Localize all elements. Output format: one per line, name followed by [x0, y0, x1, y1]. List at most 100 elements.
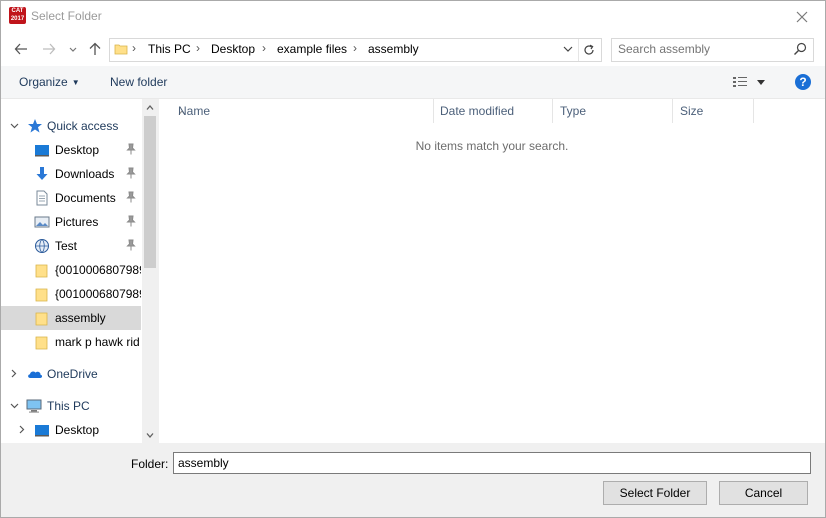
- pin-icon: [126, 143, 136, 155]
- search-icon: [794, 42, 807, 55]
- column-header-label: Name: [178, 104, 211, 118]
- sidebar-item-this-pc[interactable]: This PC: [1, 394, 141, 418]
- select-folder-button[interactable]: Select Folder: [603, 481, 707, 505]
- file-list-pane: Name Date modified Type Size No items ma…: [159, 99, 825, 443]
- sidebar-item-pictures[interactable]: Pictures: [1, 210, 141, 234]
- close-button[interactable]: [779, 1, 825, 32]
- desktop-icon: [35, 145, 49, 157]
- column-header-label: Date modified: [440, 104, 515, 118]
- sidebar-item-label: {00100068079892: [55, 287, 141, 301]
- dialog-footer: Folder: Select Folder Cancel: [1, 443, 825, 517]
- folder-field-label: Folder:: [131, 457, 169, 471]
- command-toolbar: Organize ▼ New folder ?: [1, 66, 825, 99]
- sidebar-item-label: Desktop: [55, 423, 100, 437]
- sidebar-item-this-pc-desktop[interactable]: Desktop: [1, 418, 141, 442]
- chevron-right-icon[interactable]: [17, 423, 27, 435]
- breadcrumb-separator: ›: [132, 41, 136, 55]
- recent-locations-button[interactable]: [63, 39, 83, 59]
- navigation-pane: Quick access Desktop Downloads Documents…: [1, 99, 158, 443]
- pin-icon: [126, 167, 136, 179]
- sidebar-item-label: Downloads: [55, 167, 115, 181]
- back-button[interactable]: [11, 39, 31, 59]
- sidebar-item-label: OneDrive: [47, 367, 98, 381]
- chevron-right-icon[interactable]: [9, 367, 19, 379]
- title-bar: CAT 2017 Select Folder: [1, 1, 825, 32]
- new-folder-button[interactable]: New folder: [110, 75, 167, 89]
- sidebar-item-documents[interactable]: Documents: [1, 186, 141, 210]
- download-icon: [36, 167, 48, 180]
- breadcrumb-assembly[interactable]: assembly: [368, 42, 419, 56]
- folder-icon: [35, 288, 48, 302]
- scroll-down-button[interactable]: [142, 427, 158, 443]
- sidebar-item-label: {00100068079892: [55, 263, 141, 277]
- caret-down-icon: ▼: [71, 78, 80, 87]
- sidebar-item-assembly[interactable]: assembly: [1, 306, 141, 330]
- column-header-type[interactable]: Type: [554, 99, 673, 123]
- window-title: Select Folder: [31, 9, 102, 23]
- sidebar-item-quick-access[interactable]: Quick access: [1, 114, 141, 138]
- column-header-label: Type: [560, 104, 587, 118]
- sidebar-item-label: This PC: [47, 399, 90, 413]
- folder-name-input[interactable]: [173, 452, 811, 474]
- sidebar-item-test[interactable]: Test: [1, 234, 141, 258]
- star-icon: [28, 119, 42, 133]
- chevron-down-icon[interactable]: [9, 119, 19, 131]
- chevron-down-icon: [146, 433, 154, 438]
- arrow-right-icon: [43, 43, 56, 55]
- chevron-down-icon[interactable]: [9, 399, 19, 411]
- change-view-button[interactable]: [730, 74, 770, 90]
- sidebar-item-folder-2[interactable]: {00100068079892: [1, 282, 141, 306]
- help-button[interactable]: ?: [795, 74, 811, 90]
- breadcrumb-desktop[interactable]: Desktop: [211, 42, 255, 56]
- arrow-up-icon: [89, 42, 101, 55]
- sidebar-item-label: Desktop: [55, 143, 100, 157]
- folder-icon: [35, 264, 48, 278]
- column-header-size[interactable]: Size: [674, 99, 754, 123]
- chevron-up-icon: [146, 105, 154, 110]
- sidebar-item-onedrive[interactable]: OneDrive: [1, 362, 141, 386]
- select-folder-dialog: CAT 2017 Select Folder › This PC › Deskt…: [0, 0, 826, 518]
- empty-list-message: No items match your search.: [415, 139, 569, 153]
- column-header-name[interactable]: Name: [172, 99, 434, 123]
- cancel-button[interactable]: Cancel: [719, 481, 808, 505]
- up-button[interactable]: [85, 39, 105, 59]
- breadcrumb-this-pc[interactable]: This PC: [148, 42, 191, 56]
- breadcrumb-example-files[interactable]: example files: [277, 42, 347, 56]
- sidebar-item-label: Documents: [55, 191, 116, 205]
- forward-button[interactable]: [39, 39, 59, 59]
- sidebar-item-label: assembly: [55, 311, 106, 325]
- column-header-date-modified[interactable]: Date modified: [434, 99, 553, 123]
- breadcrumb-separator: ›: [262, 41, 266, 55]
- breadcrumb-separator: ›: [196, 41, 200, 55]
- search-input[interactable]: [618, 41, 788, 57]
- desktop-icon: [35, 425, 49, 437]
- refresh-icon: [584, 44, 594, 55]
- arrow-left-icon: [14, 43, 27, 55]
- organize-label: Organize: [19, 75, 68, 89]
- sidebar-item-folder-1[interactable]: {00100068079892: [1, 258, 141, 282]
- address-bar[interactable]: › This PC › Desktop › example files › as…: [109, 38, 602, 62]
- folder-icon: [114, 44, 128, 55]
- organize-button[interactable]: Organize ▼: [19, 75, 80, 89]
- sidebar-item-mark-p-hawk[interactable]: mark p hawk rid: [1, 330, 141, 354]
- details-view-icon: [733, 77, 747, 87]
- folder-icon: [35, 312, 48, 326]
- breadcrumb-separator: ›: [353, 41, 357, 55]
- pin-icon: [126, 215, 136, 227]
- search-box[interactable]: [611, 38, 814, 62]
- scrollbar-thumb[interactable]: [144, 116, 156, 268]
- chevron-down-icon: [69, 47, 77, 52]
- sidebar-item-downloads[interactable]: Downloads: [1, 162, 141, 186]
- sidebar-item-desktop[interactable]: Desktop: [1, 138, 141, 162]
- sidebar-item-label: Quick access: [47, 119, 119, 133]
- app-icon-text-top: CAT: [11, 8, 24, 14]
- sidebar-scrollbar[interactable]: [142, 99, 158, 443]
- sidebar-item-label: mark p hawk rid: [55, 335, 140, 349]
- sidebar-item-label: Test: [55, 239, 78, 253]
- pictures-icon: [34, 216, 50, 228]
- address-history-button[interactable]: [559, 39, 577, 61]
- scroll-up-button[interactable]: [142, 99, 158, 115]
- refresh-button[interactable]: [578, 39, 599, 61]
- chevron-down-icon: [563, 46, 573, 52]
- network-icon: [35, 239, 49, 253]
